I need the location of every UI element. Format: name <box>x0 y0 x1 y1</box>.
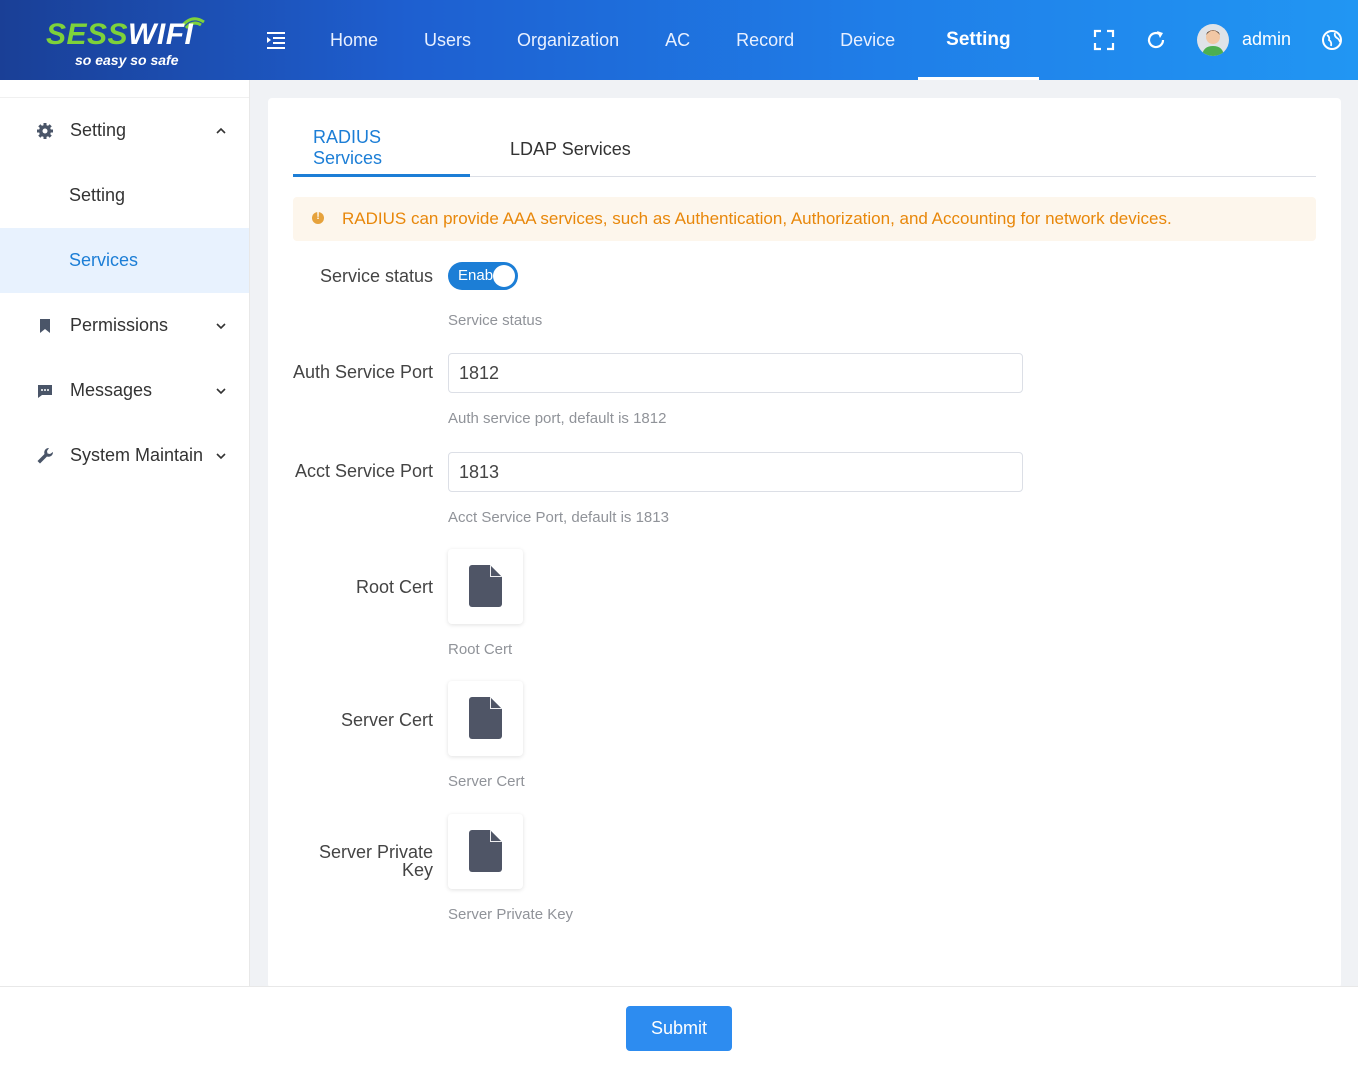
service-status-hint: Service status <box>448 312 543 329</box>
language-globe-icon[interactable] <box>1320 28 1344 52</box>
sidebar-group-system-maintain[interactable]: System Maintain <box>0 423 249 488</box>
sesswifi-logo[interactable]: SESSWIFI so easy so safe <box>46 14 216 70</box>
server-private-key-label-line2: Key <box>401 860 433 880</box>
nav-users[interactable]: Users <box>401 0 494 80</box>
file-icon <box>469 830 502 872</box>
server-cert-label: Server Cert <box>340 710 433 730</box>
tab-ldap-services[interactable]: LDAP Services <box>490 122 651 177</box>
server-cert-hint: Server Cert <box>448 773 525 790</box>
service-tabs: RADIUS Services LDAP Services <box>293 122 1316 177</box>
nav-home[interactable]: Home <box>307 0 401 80</box>
refresh-icon[interactable] <box>1144 28 1168 52</box>
chevron-down-icon <box>216 323 226 330</box>
avatar[interactable] <box>1197 24 1229 56</box>
sidebar: Setting Setting Services Permissions Mes… <box>0 80 250 986</box>
server-private-key-hint: Server Private Key <box>448 906 574 923</box>
chevron-down-icon <box>216 453 226 460</box>
nav-organization[interactable]: Organization <box>494 0 642 80</box>
server-private-key-upload[interactable] <box>448 814 523 889</box>
nav-device[interactable]: Device <box>817 0 918 80</box>
auth-port-hint: Auth service port, default is 1812 <box>448 410 667 427</box>
nav-record[interactable]: Record <box>713 0 817 80</box>
submit-button[interactable]: Submit <box>626 1006 732 1051</box>
sidebar-spacer <box>0 80 249 98</box>
root-cert-hint: Root Cert <box>448 641 513 658</box>
toggle-knob <box>493 265 515 287</box>
sidebar-group-messages[interactable]: Messages <box>0 358 249 423</box>
menu-fold-icon[interactable] <box>265 29 287 51</box>
warning-icon <box>312 211 324 224</box>
server-cert-upload[interactable] <box>448 681 523 756</box>
sidebar-item-label: Services <box>69 250 139 270</box>
acct-port-hint: Acct Service Port, default is 1813 <box>448 509 669 526</box>
sidebar-group-label: System Maintain <box>70 445 204 465</box>
message-icon <box>38 385 52 398</box>
logo-text: SESSWIFI <box>46 18 194 51</box>
sidebar-item-label: Setting <box>69 185 126 205</box>
server-private-key-label-line1: Server Private <box>318 842 433 862</box>
acct-port-label: Acct Service Port <box>294 461 433 481</box>
root-cert-upload[interactable] <box>448 549 523 624</box>
top-header: SESSWIFI so easy so safe Home Users Orga… <box>0 0 1358 80</box>
nav-ac[interactable]: AC <box>642 0 713 80</box>
wrench-icon <box>37 447 54 464</box>
file-icon <box>469 697 502 739</box>
user-name[interactable]: admin <box>1242 29 1291 50</box>
logo-tagline: so easy so safe <box>75 52 179 68</box>
sidebar-item-setting[interactable]: Setting <box>0 163 249 228</box>
sidebar-item-services[interactable]: Services <box>0 228 249 293</box>
auth-port-label: Auth Service Port <box>292 362 433 382</box>
info-alert: RADIUS can provide AAA services, such as… <box>293 197 1316 241</box>
fullscreen-icon[interactable] <box>1092 28 1116 52</box>
chevron-up-icon <box>216 127 226 134</box>
file-icon <box>469 565 502 607</box>
bookmark-icon <box>40 319 50 333</box>
acct-port-input[interactable] <box>448 452 1023 492</box>
sidebar-group-setting[interactable]: Setting <box>0 98 249 163</box>
sidebar-group-label: Messages <box>70 380 153 400</box>
main-nav: Home Users Organization AC Record Device… <box>307 0 1039 80</box>
gear-icon <box>37 123 53 139</box>
service-status-label: Service status <box>319 266 433 286</box>
user-avatar-icon <box>1202 30 1224 56</box>
nav-setting[interactable]: Setting <box>918 0 1039 80</box>
service-status-toggle[interactable]: Enab <box>448 262 518 290</box>
chevron-down-icon <box>216 388 226 395</box>
alert-text: RADIUS can provide AAA services, such as… <box>342 209 1172 228</box>
root-cert-label: Root Cert <box>355 577 433 597</box>
tab-radius-services[interactable]: RADIUS Services <box>293 122 470 177</box>
form-footer: Submit <box>0 986 1358 1092</box>
sidebar-group-permissions[interactable]: Permissions <box>0 293 249 358</box>
toggle-text: Enab <box>458 267 494 284</box>
sidebar-group-label: Permissions <box>70 315 169 335</box>
services-card: RADIUS Services LDAP Services RADIUS can… <box>268 98 1341 988</box>
auth-port-input[interactable] <box>448 353 1023 393</box>
sidebar-group-label: Setting <box>70 120 127 140</box>
